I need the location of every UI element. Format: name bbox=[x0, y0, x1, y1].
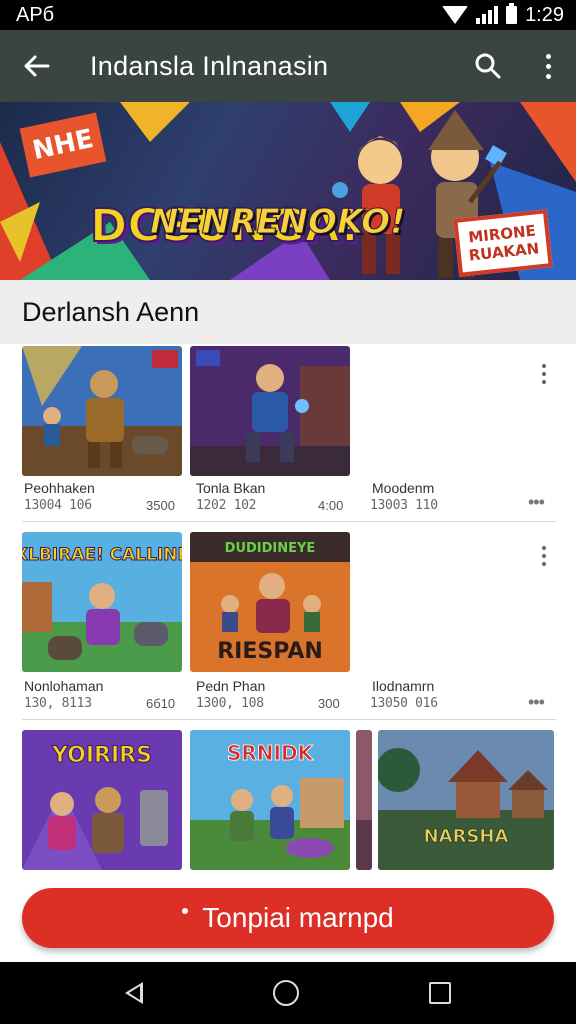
thumbnail-art-text: YOIRIRS bbox=[51, 743, 152, 768]
game-tile[interactable] bbox=[22, 346, 182, 476]
section-title: Derlansh Aenn bbox=[0, 280, 576, 344]
thumbnail-art-text: NARSHA bbox=[424, 826, 509, 847]
game-meta: 130, 8113 bbox=[24, 696, 92, 711]
game-title: Ilodnamrn bbox=[372, 678, 435, 694]
status-bar: APб 1:29 bbox=[0, 0, 576, 30]
game-meta: 13003 110 bbox=[370, 498, 438, 513]
thumbnail-art-text: RIESPAN bbox=[217, 639, 323, 664]
banner-cta-sticker[interactable]: MIRONE RUAKAN bbox=[453, 209, 553, 277]
system-nav-bar bbox=[0, 962, 576, 1024]
nav-back-icon[interactable] bbox=[125, 982, 143, 1004]
game-title: Nonlohaman bbox=[24, 678, 104, 694]
more-vert-icon bbox=[542, 364, 546, 384]
game-price: 6б10 bbox=[146, 696, 176, 711]
game-thumbnail: NARSHA bbox=[378, 730, 554, 870]
game-tile[interactable]: SRNIDK bbox=[190, 730, 350, 870]
game-meta: 1300, 108 bbox=[196, 696, 264, 711]
signal-icon bbox=[476, 6, 499, 24]
dot-icon bbox=[182, 908, 189, 914]
app-bar: Indansla Inlnanasin bbox=[0, 30, 576, 102]
game-meta: 13004 106 bbox=[24, 498, 92, 513]
banner-subtitle: NENRENOKO! bbox=[149, 202, 406, 243]
game-tile[interactable]: YOIRIRS bbox=[22, 730, 182, 870]
game-title: Peohhaken bbox=[24, 480, 95, 496]
nav-recents-icon[interactable] bbox=[429, 982, 451, 1004]
game-tile[interactable] bbox=[190, 346, 350, 476]
divider bbox=[22, 521, 556, 522]
game-meta: 13050 016 bbox=[370, 696, 438, 711]
game-title: Moodenm bbox=[372, 480, 435, 496]
game-title: Pedn Phan bbox=[196, 678, 266, 694]
row-overflow-button[interactable] bbox=[532, 364, 556, 384]
back-button[interactable] bbox=[0, 30, 72, 102]
game-tile[interactable]: XLBIRAE! CALLINE bbox=[22, 532, 182, 672]
arrow-left-icon bbox=[24, 55, 50, 77]
row-overflow-button[interactable] bbox=[532, 546, 556, 566]
more-vert-icon bbox=[545, 53, 551, 79]
divider bbox=[22, 719, 556, 720]
game-thumbnail: SRNIDK bbox=[190, 730, 350, 870]
overflow-menu-button[interactable] bbox=[520, 30, 576, 102]
game-thumbnail: XLBIRAE! CALLINE bbox=[22, 532, 182, 672]
promo-banner[interactable]: NHE DCSUNGA! NENRENOKO! MIRONE RUAKAN bbox=[0, 102, 576, 280]
game-thumbnail bbox=[22, 346, 182, 476]
game-thumbnail: YOIRIRS bbox=[22, 730, 182, 870]
game-title: Tonla Bkan bbox=[196, 480, 266, 496]
game-row: YOIRIRS SRNIDK NARSHA bbox=[0, 730, 576, 870]
game-tile-partial[interactable] bbox=[356, 730, 372, 870]
thumbnail-art-text: SRNIDK bbox=[227, 741, 315, 765]
carrier-label: APб bbox=[16, 3, 55, 26]
thumbnail-art-text: XLBIRAE! CALLINE bbox=[22, 545, 182, 565]
nav-home-icon[interactable] bbox=[273, 980, 299, 1006]
search-button[interactable] bbox=[456, 30, 520, 102]
clock: 1:29 bbox=[525, 3, 564, 26]
game-thumbnail bbox=[190, 346, 350, 476]
more-horiz-icon[interactable]: ••• bbox=[528, 492, 545, 513]
game-tile[interactable]: NARSHA bbox=[378, 730, 554, 870]
thumbnail-art-text: DUDIDINEYE bbox=[225, 541, 316, 556]
game-row: Peohhaken 13004 106 3500 Tonla Bkan 1202… bbox=[0, 346, 576, 522]
search-icon bbox=[475, 53, 501, 79]
more-vert-icon bbox=[542, 546, 546, 566]
wifi-icon bbox=[442, 6, 469, 24]
more-horiz-icon[interactable]: ••• bbox=[528, 692, 545, 713]
primary-action-label: Tonpiai marnpd bbox=[202, 902, 394, 933]
game-row: XLBIRAE! CALLINE DUDIDINEYE RIESPAN Nonl… bbox=[0, 532, 576, 718]
game-price: 300 bbox=[318, 696, 340, 711]
game-thumbnail bbox=[356, 730, 372, 870]
game-thumbnail: DUDIDINEYE RIESPAN bbox=[190, 532, 350, 672]
game-meta: 1202 102 bbox=[196, 498, 257, 513]
game-price: 4:00 bbox=[318, 498, 344, 513]
game-tile[interactable]: DUDIDINEYE RIESPAN bbox=[190, 532, 350, 672]
battery-icon bbox=[506, 3, 518, 24]
game-price: 3500 bbox=[146, 498, 175, 513]
primary-action-button[interactable]: Tonpiai marnpd bbox=[22, 888, 554, 948]
app-bar-title: Indansla Inlnanasin bbox=[90, 50, 329, 81]
